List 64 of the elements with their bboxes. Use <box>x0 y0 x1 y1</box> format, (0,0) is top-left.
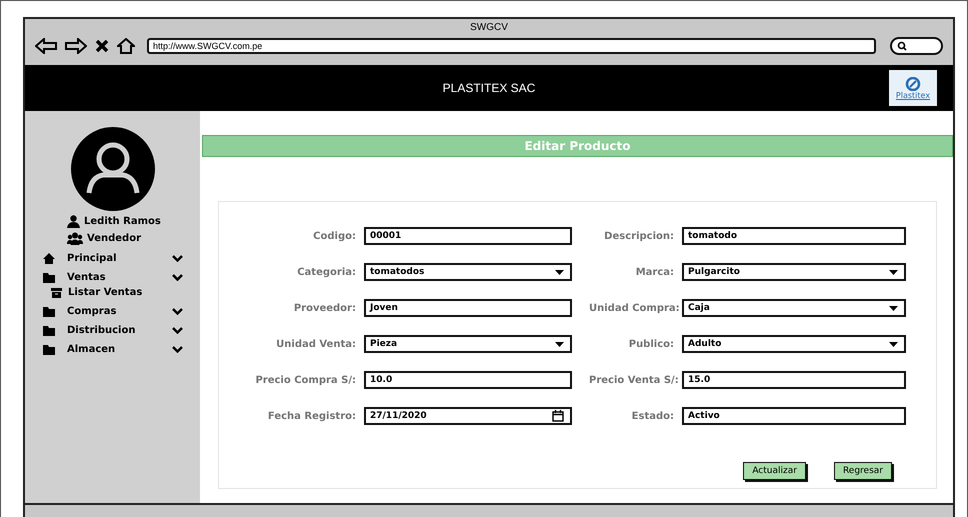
input-field[interactable]: 15.0 <box>682 371 906 389</box>
app-title: PLASTITEX SAC <box>442 81 536 95</box>
action-button[interactable]: Regresar <box>834 462 892 480</box>
dropdown-arrow-icon <box>555 270 564 274</box>
dropdown[interactable]: Pieza <box>364 335 572 353</box>
window-title: SWGCV <box>470 21 508 33</box>
dropdown-arrow-icon <box>889 270 898 274</box>
menu-item[interactable]: Distribucion <box>67 325 172 336</box>
field-label: Categoria: <box>296 266 357 278</box>
chevron-down-icon[interactable] <box>172 327 183 334</box>
input-field[interactable]: tomatodo <box>682 227 906 245</box>
chevron-down-icon[interactable] <box>172 255 183 262</box>
date-field[interactable]: 27/11/2020 <box>364 407 572 425</box>
menu-item[interactable]: Principal <box>67 253 172 264</box>
chevron-down-icon[interactable] <box>172 274 183 281</box>
folder-icon <box>43 306 55 316</box>
action-button[interactable]: Actualizar <box>743 462 806 480</box>
field-label: Fecha Registro: <box>266 410 357 422</box>
input-field[interactable]: Activo <box>682 407 906 425</box>
menu-item[interactable]: Compras <box>67 306 172 317</box>
folder-icon <box>43 326 55 336</box>
dropdown-arrow-icon <box>555 342 564 346</box>
dropdown[interactable]: tomatodos <box>364 263 572 281</box>
chevron-down-icon[interactable] <box>172 308 183 315</box>
search-field[interactable] <box>890 37 943 55</box>
user-role: Vendedor <box>87 233 141 244</box>
user-name: Ledith Ramos <box>84 216 161 227</box>
address-field[interactable]: http://www.SWGCV.com.pe <box>147 38 876 54</box>
folder-icon <box>43 272 55 282</box>
logo: Plastitex <box>889 70 937 106</box>
submenu-item[interactable]: Listar Ventas <box>68 287 142 298</box>
field-label: Precio Compra S/: <box>254 374 357 386</box>
calendar-icon <box>552 410 564 422</box>
forward-icon[interactable] <box>65 38 87 54</box>
menu-item[interactable]: Ventas <box>67 272 172 283</box>
field-label: Publico: <box>628 338 675 350</box>
archive-icon <box>51 288 62 298</box>
dropdown[interactable]: Caja <box>682 299 906 317</box>
dropdown-arrow-icon <box>889 342 898 346</box>
field-label: Precio Venta S/: <box>589 374 680 386</box>
home-icon <box>43 253 55 264</box>
close-icon[interactable] <box>95 39 109 53</box>
field-label: Unidad Venta: <box>275 338 357 350</box>
dropdown[interactable]: Adulto <box>682 335 906 353</box>
input-field[interactable]: Joven <box>364 299 572 317</box>
menu-item[interactable]: Almacen <box>67 344 172 355</box>
field-label: Codigo: <box>312 230 357 242</box>
user-icon <box>67 215 80 228</box>
users-icon <box>67 232 83 245</box>
folder-icon <box>43 344 55 354</box>
back-icon[interactable] <box>35 38 57 54</box>
dropdown[interactable]: Pulgarcito <box>682 263 906 281</box>
dropdown-arrow-icon <box>889 306 898 310</box>
input-field[interactable]: 10.0 <box>364 371 572 389</box>
page-title-bar: Editar Producto <box>202 135 953 157</box>
input-field[interactable]: 00001 <box>364 227 572 245</box>
field-label: Unidad Compra: <box>589 302 681 314</box>
chevron-down-icon[interactable] <box>172 346 183 353</box>
search-icon <box>897 41 907 51</box>
home-icon[interactable] <box>117 38 135 54</box>
field-label: Estado: <box>630 410 675 422</box>
field-label: Descripcion: <box>603 230 675 242</box>
field-label: Marca: <box>634 266 675 278</box>
field-label: Proveedor: <box>292 302 357 314</box>
